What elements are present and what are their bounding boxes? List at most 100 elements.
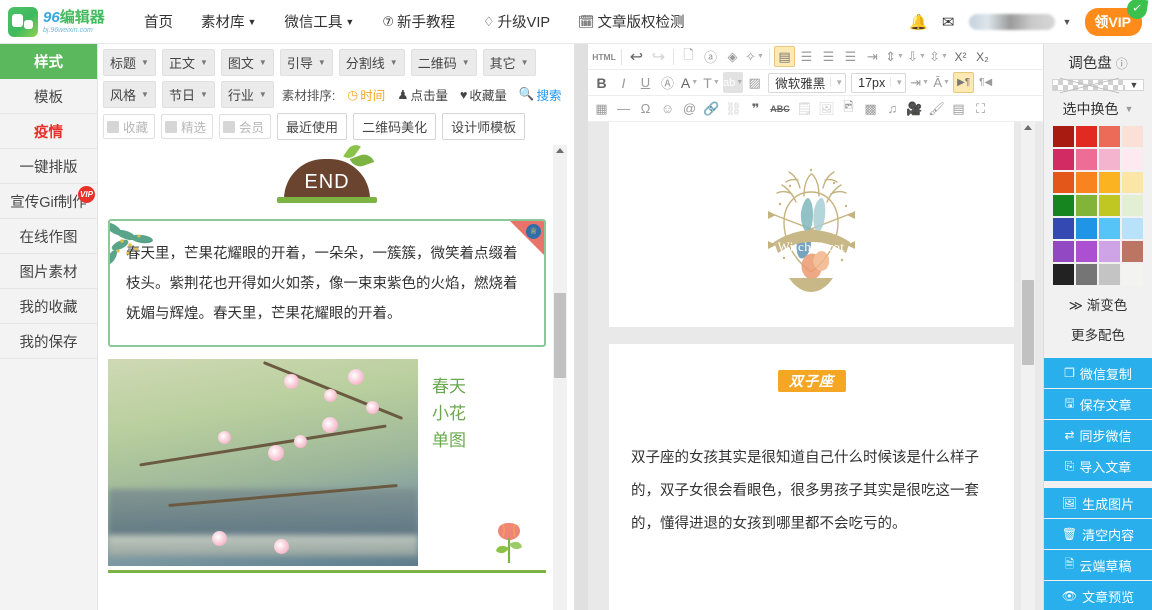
chevron-down-icon[interactable]: ▼ <box>1063 17 1072 27</box>
sort-by-clicks[interactable]: ♟ 点击量 <box>397 85 448 104</box>
scrollbar-thumb[interactable] <box>1022 280 1034 365</box>
scroll-up-arrow-icon[interactable] <box>556 148 564 153</box>
material-card-end[interactable]: END <box>108 145 546 209</box>
color-swatch-2-0[interactable] <box>1053 172 1074 193</box>
chevron-down-icon[interactable]: ▼ <box>1125 80 1143 90</box>
ltr-direction-icon[interactable]: ▶¶ <box>953 72 975 93</box>
font-color-icon[interactable]: A ▼ <box>679 72 700 93</box>
color-swatch-5-0[interactable] <box>1053 241 1074 262</box>
import-article-button[interactable]: ⎘ 导入文章 <box>1044 451 1152 482</box>
sidebar-item-style[interactable]: 样式 <box>0 44 97 79</box>
color-swatch-4-1[interactable] <box>1076 218 1097 239</box>
fullscreen-icon[interactable]: ⛶ <box>970 98 991 119</box>
scroll-up-arrow-icon[interactable] <box>1024 125 1032 130</box>
zodiac-block[interactable]: 双子座 双子座的女孩其实是很知道自己什么时候该是什么样子的，双子女很会看眼色，很… <box>609 344 1014 541</box>
qrcode-beautify-button[interactable]: 二维码美化 <box>353 113 437 140</box>
nav-item-tutorial[interactable]: ⑦ 新手教程 <box>382 11 455 32</box>
align-center-icon[interactable]: ☰ <box>796 46 817 67</box>
align-right-icon[interactable]: ☰ <box>818 46 839 67</box>
wechat-copy-button[interactable]: ❐ 微信复制 <box>1044 358 1152 389</box>
indent-icon[interactable]: ⇥ <box>862 46 883 67</box>
sidebar-item-online-drawing[interactable]: 在线作图 <box>0 219 97 254</box>
material-scrollbar[interactable] <box>553 145 567 610</box>
rtl-direction-icon[interactable]: ¶◀ <box>975 72 996 93</box>
material-card-photo[interactable]: 春天 小花 单图 <box>108 359 546 573</box>
color-mode-select[interactable]: 选中换色 ▼ <box>1044 91 1152 126</box>
text-shadow-icon[interactable]: T ▼ <box>701 72 722 93</box>
gradient-color-link[interactable]: ≫ 渐变色 <box>1044 285 1152 318</box>
mail-icon[interactable]: ✉ <box>942 13 955 31</box>
filter-body[interactable]: 正文 ▼ <box>161 49 215 76</box>
nav-item-upgrade-vip[interactable]: ♢ 升级VIP <box>483 11 550 32</box>
current-color-swatch[interactable]: ▼ <box>1052 79 1144 91</box>
filter-style[interactable]: 风格 ▼ <box>103 81 156 108</box>
emoji-icon[interactable]: ☺ <box>657 98 678 119</box>
sidebar-item-my-saves[interactable]: 我的保存 <box>0 324 97 359</box>
checkbox-favorites[interactable]: 收藏 <box>103 114 156 139</box>
generate-image-button[interactable]: 🖼 生成图片 <box>1044 488 1152 519</box>
filter-divider[interactable]: 分割线 ▼ <box>338 49 405 76</box>
sidebar-item-gif-maker[interactable]: 宣传Gif制作 VIP <box>0 184 97 219</box>
nav-item-copyright-check[interactable]: 🗓 文章版权检测 <box>578 11 685 32</box>
music-icon[interactable]: ♫ <box>882 98 903 119</box>
undo-icon[interactable]: ↩ <box>626 46 647 67</box>
color-swatch-0-2[interactable] <box>1099 126 1120 147</box>
color-swatch-2-3[interactable] <box>1122 172 1143 193</box>
color-swatch-0-0[interactable] <box>1053 126 1074 147</box>
checkbox-featured[interactable]: 精选 <box>161 114 214 139</box>
get-vip-button[interactable]: 领VIP ✓ <box>1085 0 1149 36</box>
bell-icon[interactable]: 🔔 <box>909 13 928 31</box>
color-swatch-5-1[interactable] <box>1076 241 1097 262</box>
slide-icon[interactable]: ▤ <box>948 98 969 119</box>
filter-other[interactable]: 其它 ▼ <box>482 49 536 76</box>
editor-scrollbar[interactable] <box>1021 122 1035 610</box>
preview-article-button[interactable]: 👁 文章预览 <box>1044 581 1152 610</box>
color-swatch-5-3[interactable] <box>1122 241 1143 262</box>
strikethrough-icon[interactable]: ABC <box>767 98 793 119</box>
material-card-text[interactable]: ♕ 春天里，芒果花耀眼的开着，一朵朵，一簇簇，微笑着点缀着枝头。紫荆花也开得如火… <box>108 219 546 347</box>
search-button[interactable]: 🔍 搜索 <box>519 85 562 104</box>
clear-format-icon[interactable]: 🖌 <box>926 98 947 119</box>
color-swatch-6-2[interactable] <box>1099 264 1120 285</box>
tarot-logo-block[interactable]: Witch Tarot <box>609 122 1014 327</box>
text-border-icon[interactable]: Ⓐ <box>657 72 678 93</box>
nav-item-home[interactable]: 首页 <box>144 11 173 32</box>
filter-title[interactable]: 标题 ▼ <box>103 49 156 76</box>
special-character-icon[interactable]: Ω <box>635 98 656 119</box>
table-icon[interactable]: ▦ <box>591 98 612 119</box>
nav-item-wechat-tools[interactable]: 微信工具 ▼ <box>284 11 354 32</box>
eraser-icon[interactable]: ◈ <box>722 46 743 67</box>
sidebar-item-my-favorites[interactable]: 我的收藏 <box>0 289 97 324</box>
sidebar-item-template[interactable]: 模板 <box>0 79 97 114</box>
checkbox-member[interactable]: 会员 <box>219 114 272 139</box>
align-left-icon[interactable]: ▤ <box>774 46 795 67</box>
sort-by-favorites[interactable]: ♥ 收藏量 <box>460 85 507 104</box>
superscript-icon[interactable]: X² <box>950 46 971 67</box>
format-brush-icon[interactable]: ✧ ▼ <box>744 46 765 67</box>
redo-icon[interactable]: ↪ <box>648 46 669 67</box>
new-document-icon[interactable]: 🗋 <box>678 46 699 67</box>
color-swatch-4-2[interactable] <box>1099 218 1120 239</box>
sync-wechat-button[interactable]: ⇄ 同步微信 <box>1044 420 1152 451</box>
sidebar-item-image-materials[interactable]: 图片素材 <box>0 254 97 289</box>
clear-content-button[interactable]: 🗑 清空内容 <box>1044 519 1152 550</box>
color-swatch-2-1[interactable] <box>1076 172 1097 193</box>
color-swatch-1-1[interactable] <box>1076 149 1097 170</box>
font-family-select[interactable]: 微软雅黑 ▼ <box>768 72 847 93</box>
color-swatch-1-3[interactable] <box>1122 149 1143 170</box>
user-account-name[interactable] <box>968 14 1055 30</box>
background-image-icon[interactable]: ▨ <box>744 72 765 93</box>
sidebar-item-epidemic[interactable]: 疫情 <box>0 114 97 149</box>
filter-qrcode[interactable]: 二维码 ▼ <box>410 49 477 76</box>
color-swatch-3-1[interactable] <box>1076 195 1097 216</box>
color-swatch-6-3[interactable] <box>1122 264 1143 285</box>
scrollbar-thumb[interactable] <box>554 293 566 378</box>
subscript-icon[interactable]: X₂ <box>972 46 993 67</box>
logo[interactable]: 96编辑器 bj.96weixin.com <box>0 6 120 37</box>
recently-used-button[interactable]: 最近使用 <box>277 113 348 140</box>
color-swatch-6-1[interactable] <box>1076 264 1097 285</box>
highlight-icon[interactable]: ab ▼ <box>723 72 744 93</box>
video-icon[interactable]: 🎥 <box>904 98 925 119</box>
multi-image-icon[interactable]: 🖻 <box>838 98 859 119</box>
color-swatch-2-2[interactable] <box>1099 172 1120 193</box>
